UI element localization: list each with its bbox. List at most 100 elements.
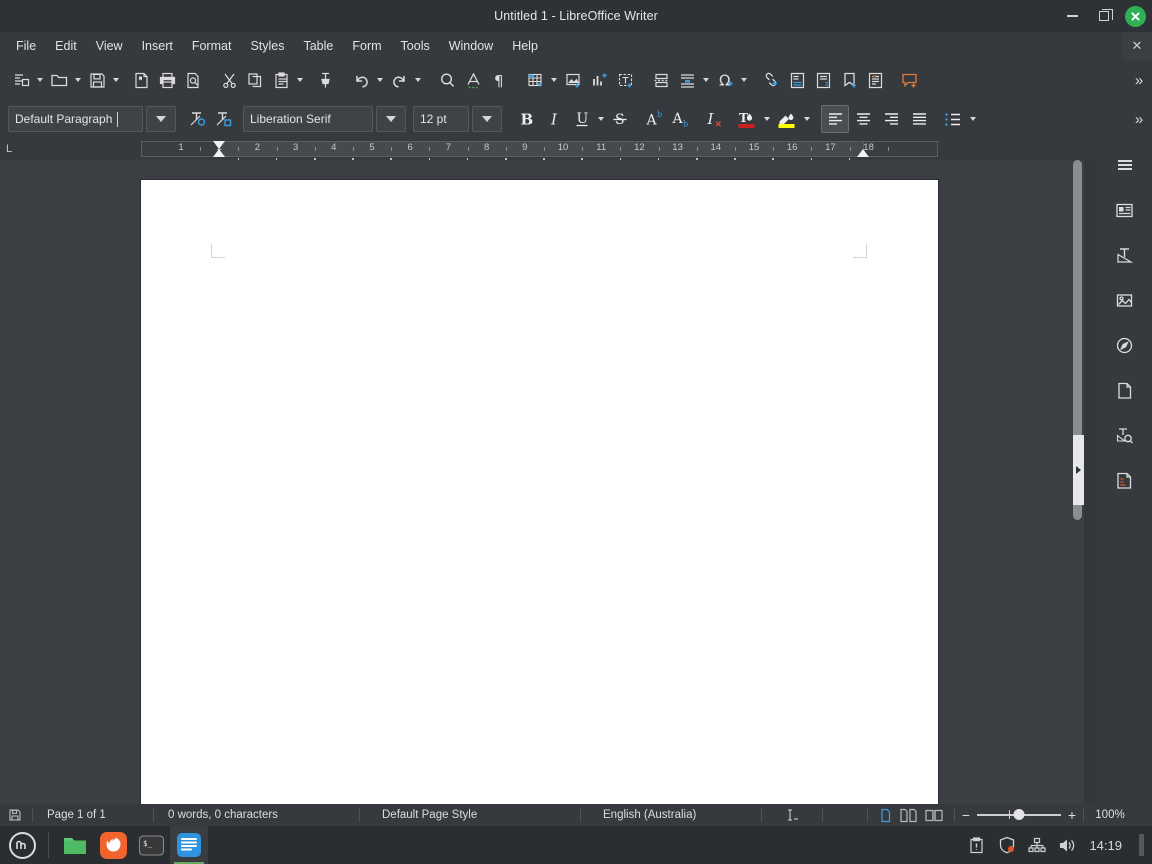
insert-field-button[interactable] bbox=[674, 66, 700, 94]
save-document-dropdown[interactable] bbox=[110, 66, 122, 94]
insert-cross-reference-button[interactable] bbox=[862, 66, 888, 94]
menu-view[interactable]: View bbox=[87, 35, 132, 57]
font-size-combo[interactable]: 12 pt bbox=[413, 106, 469, 132]
zoom-out-button[interactable]: − bbox=[955, 804, 977, 826]
insert-table-dropdown[interactable] bbox=[548, 66, 560, 94]
ruler-right-indent-marker[interactable] bbox=[857, 149, 869, 157]
save-document-button[interactable] bbox=[84, 66, 110, 94]
horizontal-ruler[interactable]: 1123456789101112131415161718 bbox=[141, 141, 938, 157]
sidebar-item-gallery[interactable] bbox=[1107, 283, 1143, 317]
paragraph-style-dropdown-button[interactable] bbox=[146, 106, 176, 132]
menu-styles[interactable]: Styles bbox=[241, 35, 293, 57]
document-canvas[interactable] bbox=[0, 160, 1084, 804]
font-name-combo[interactable]: Liberation Serif bbox=[243, 106, 373, 132]
sidebar-item-styles[interactable] bbox=[1107, 238, 1143, 272]
sidebar-show-hide-button[interactable] bbox=[1073, 435, 1084, 505]
font-name-value[interactable]: Liberation Serif bbox=[244, 107, 337, 131]
insert-field-dropdown[interactable] bbox=[700, 66, 712, 94]
menu-table[interactable]: Table bbox=[294, 35, 342, 57]
insert-textbox-button[interactable] bbox=[612, 66, 638, 94]
strikethrough-button[interactable]: S bbox=[607, 105, 633, 133]
copy-button[interactable] bbox=[242, 66, 268, 94]
highlight-color-dropdown[interactable] bbox=[801, 105, 813, 133]
tray-volume-icon[interactable] bbox=[1057, 836, 1076, 855]
font-color-button[interactable]: T bbox=[733, 105, 761, 133]
sidebar-item-navigator[interactable] bbox=[1107, 328, 1143, 362]
find-replace-button[interactable] bbox=[434, 66, 460, 94]
multi-page-view-button[interactable] bbox=[899, 804, 919, 826]
clone-formatting-button[interactable] bbox=[312, 66, 338, 94]
book-view-button[interactable] bbox=[924, 804, 944, 826]
align-left-button[interactable] bbox=[821, 105, 849, 133]
formatting-toolbar-overflow-button[interactable]: » bbox=[1128, 100, 1150, 138]
language-status[interactable]: English (Australia) bbox=[581, 804, 761, 826]
paragraph-style-value[interactable]: Default Paragraph bbox=[9, 107, 118, 131]
taskbar-item-writer[interactable] bbox=[170, 826, 208, 864]
tab-selector-button[interactable]: L bbox=[6, 143, 12, 155]
zoom-slider-knob[interactable] bbox=[1014, 809, 1025, 820]
standard-toolbar-overflow-button[interactable]: » bbox=[1128, 60, 1150, 100]
formatting-marks-button[interactable]: ¶ bbox=[486, 66, 512, 94]
menu-tools[interactable]: Tools bbox=[392, 35, 439, 57]
sidebar-item-properties[interactable] bbox=[1107, 193, 1143, 227]
paste-dropdown[interactable] bbox=[294, 66, 306, 94]
taskbar-item-firefox[interactable] bbox=[94, 826, 132, 864]
cut-button[interactable] bbox=[216, 66, 242, 94]
undo-button[interactable] bbox=[348, 66, 374, 94]
insert-bookmark-button[interactable] bbox=[836, 66, 862, 94]
spelling-button[interactable] bbox=[460, 66, 486, 94]
unordered-list-button[interactable] bbox=[939, 105, 967, 133]
close-document-button[interactable]: ✕ bbox=[1122, 32, 1152, 60]
insert-comment-button[interactable] bbox=[896, 66, 922, 94]
selection-mode-icon[interactable] bbox=[762, 804, 822, 826]
insert-table-button[interactable] bbox=[522, 66, 548, 94]
paste-button[interactable] bbox=[268, 66, 294, 94]
new-style-button[interactable] bbox=[211, 105, 237, 133]
print-button[interactable] bbox=[154, 66, 180, 94]
insert-footnote-button[interactable] bbox=[784, 66, 810, 94]
sidebar-item-page[interactable] bbox=[1107, 373, 1143, 407]
export-pdf-button[interactable] bbox=[128, 66, 154, 94]
print-preview-button[interactable] bbox=[180, 66, 206, 94]
close-button[interactable] bbox=[1125, 6, 1146, 27]
sidebar-item-accessibility-check[interactable] bbox=[1107, 463, 1143, 497]
zoom-in-button[interactable]: + bbox=[1061, 804, 1083, 826]
highlight-color-button[interactable] bbox=[773, 105, 801, 133]
menu-edit[interactable]: Edit bbox=[46, 35, 86, 57]
save-status-icon[interactable] bbox=[8, 804, 22, 826]
word-count[interactable]: 0 words, 0 characters bbox=[154, 804, 359, 826]
update-style-button[interactable] bbox=[185, 105, 211, 133]
sidebar-item-style-inspector[interactable] bbox=[1107, 418, 1143, 452]
taskbar-clock[interactable]: 14:19 bbox=[1089, 838, 1122, 853]
italic-button[interactable]: I bbox=[541, 105, 569, 133]
insert-endnote-button[interactable] bbox=[810, 66, 836, 94]
insert-special-character-dropdown[interactable] bbox=[738, 66, 750, 94]
underline-button[interactable]: U bbox=[569, 105, 595, 133]
tray-update-shield-icon[interactable] bbox=[997, 836, 1016, 855]
open-document-dropdown[interactable] bbox=[72, 66, 84, 94]
sidebar-settings-button[interactable] bbox=[1107, 148, 1143, 182]
tray-clipboard-icon[interactable] bbox=[967, 836, 986, 855]
align-right-button[interactable] bbox=[877, 105, 905, 133]
menu-form[interactable]: Form bbox=[343, 35, 390, 57]
menu-insert[interactable]: Insert bbox=[133, 35, 182, 57]
new-document-dropdown[interactable] bbox=[34, 66, 46, 94]
page-style[interactable]: Default Page Style bbox=[360, 804, 580, 826]
mint-menu-button[interactable] bbox=[3, 826, 41, 864]
zoom-level[interactable]: 100% bbox=[1084, 804, 1136, 826]
menu-file[interactable]: File bbox=[7, 35, 45, 57]
maximize-button[interactable] bbox=[1093, 5, 1115, 27]
panel-resize-grip[interactable] bbox=[1139, 834, 1144, 856]
bold-button[interactable]: B bbox=[511, 105, 541, 133]
insert-hyperlink-button[interactable] bbox=[758, 66, 784, 94]
subscript-button[interactable]: A b bbox=[667, 105, 693, 133]
taskbar-item-terminal[interactable]: $_ bbox=[132, 826, 170, 864]
tray-network-icon[interactable] bbox=[1027, 836, 1046, 855]
page-info[interactable]: Page 1 of 1 bbox=[33, 804, 153, 826]
ruler-left-indent-marker[interactable] bbox=[213, 149, 225, 157]
single-page-view-button[interactable] bbox=[878, 804, 894, 826]
insert-chart-button[interactable] bbox=[586, 66, 612, 94]
menu-help[interactable]: Help bbox=[503, 35, 547, 57]
ruler-first-line-indent-marker[interactable] bbox=[213, 141, 225, 149]
menu-format[interactable]: Format bbox=[183, 35, 241, 57]
